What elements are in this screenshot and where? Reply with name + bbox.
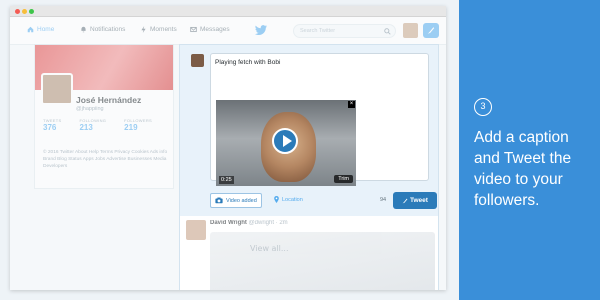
feed-author[interactable]: David Wright @dwright · 2m <box>210 220 288 226</box>
nav-messages[interactable]: Messages <box>190 26 230 33</box>
location-label: Location <box>282 196 303 203</box>
nav-notifications-label: Notifications <box>90 26 126 33</box>
close-window-button[interactable] <box>15 9 20 14</box>
nav-home[interactable]: Home <box>27 26 54 33</box>
twitter-bird-icon[interactable] <box>255 25 267 35</box>
camera-icon <box>215 197 223 204</box>
step-number: 3 <box>474 98 492 116</box>
stat-following-value: 213 <box>79 123 93 132</box>
nav-notifications[interactable]: Notifications <box>80 26 125 33</box>
trim-button[interactable]: Trim <box>334 175 353 183</box>
nav-messages-label: Messages <box>200 26 230 33</box>
remove-video-button[interactable]: × <box>348 101 355 108</box>
stat-tweets-value: 376 <box>43 123 57 132</box>
stat-following[interactable]: FOLLOWING 213 <box>79 118 106 132</box>
location-pin-icon <box>274 196 279 203</box>
play-button[interactable] <box>272 128 298 154</box>
search-placeholder: Search Twitter <box>300 28 336 34</box>
feed-avatar[interactable] <box>186 220 206 240</box>
window-titlebar <box>10 6 446 17</box>
feed-image[interactable]: View all... <box>210 232 435 290</box>
tweet-button-label: Tweet <box>410 197 428 204</box>
stat-followers-value: 219 <box>124 123 138 132</box>
maximize-window-button[interactable] <box>29 9 34 14</box>
search-icon[interactable] <box>384 28 391 35</box>
profile-name[interactable]: José Hernández <box>76 95 141 105</box>
nav-moments-label: Moments <box>150 26 177 33</box>
video-duration: 0:25 <box>219 176 234 184</box>
browser-window: Home Notifications Moments Messages Sear… <box>10 6 446 290</box>
lightning-icon <box>141 26 146 33</box>
nav-avatar[interactable] <box>403 23 418 38</box>
minimize-window-button[interactable] <box>22 9 27 14</box>
footer-links[interactable]: © 2016 Twitter About Help Terms Privacy … <box>43 149 169 170</box>
home-icon <box>27 26 34 33</box>
tweet-textbox[interactable]: Playing fetch with Bobi 0:25 Trim × <box>210 53 429 186</box>
instruction-panel: 3 Add a caption and Tweet the video to y… <box>459 0 600 300</box>
profile-card: José Hernández @jhappiing TWEETS 376 FOL… <box>34 44 174 189</box>
tweet-text: Playing fetch with Bobi <box>215 59 281 66</box>
feed-author-handle: @dwright · 2m <box>248 220 288 226</box>
character-count: 94 <box>380 197 387 203</box>
video-added-button[interactable]: Video added <box>210 193 262 208</box>
tweet-composer: Playing fetch with Bobi 0:25 Trim × Vide… <box>180 45 438 216</box>
bell-icon <box>81 26 86 33</box>
profile-handle[interactable]: @jhappiing <box>76 106 104 112</box>
composer-toolbar: Video added Location 94 Tweet <box>210 192 437 210</box>
location-button[interactable]: Location <box>274 196 303 203</box>
video-preview[interactable]: 0:25 Trim × <box>216 100 356 186</box>
composer-avatar <box>191 54 204 67</box>
search-input[interactable]: Search Twitter <box>293 24 396 38</box>
nav-moments[interactable]: Moments <box>140 26 177 33</box>
feed-image-text: View all... <box>250 244 289 253</box>
feed-author-name: David Wright <box>210 220 247 226</box>
stat-tweets[interactable]: TWEETS 376 <box>43 118 61 132</box>
profile-avatar[interactable] <box>41 73 73 105</box>
profile-stats: TWEETS 376 FOLLOWING 213 FOLLOWERS 219 <box>43 118 152 132</box>
quill-icon <box>427 27 435 34</box>
top-navigation: Home Notifications Moments Messages Sear… <box>10 17 446 45</box>
tweet-button[interactable]: Tweet <box>393 192 437 209</box>
envelope-icon <box>190 26 197 33</box>
instruction-text: Add a caption and Tweet the video to you… <box>474 129 572 209</box>
feed-tweet[interactable]: David Wright @dwright · 2m View all... <box>180 217 438 290</box>
stat-followers[interactable]: FOLLOWERS 219 <box>124 118 152 132</box>
compose-tweet-button[interactable] <box>423 23 439 38</box>
timeline: Playing fetch with Bobi 0:25 Trim × Vide… <box>179 44 439 290</box>
nav-home-label: Home <box>37 26 55 33</box>
video-added-label: Video added <box>226 197 257 204</box>
quill-icon <box>402 198 408 203</box>
